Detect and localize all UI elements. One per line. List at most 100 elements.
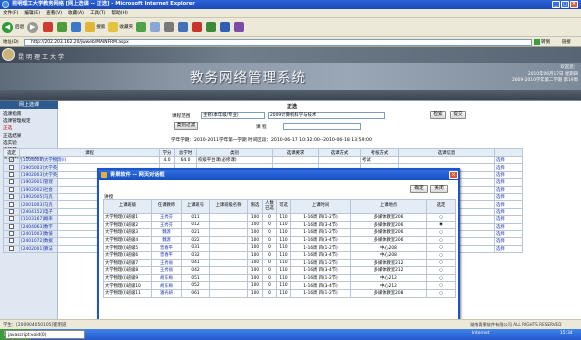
minimize-button[interactable]: _ (552, 1, 560, 8)
cell-op[interactable]: 选择 (494, 185, 523, 194)
tool-button-2[interactable] (206, 20, 217, 34)
cell-op[interactable]: 选择 (494, 155, 523, 165)
menu-help[interactable]: 帮助(H) (112, 10, 128, 16)
select-checkbox[interactable] (9, 164, 14, 170)
scope-select[interactable]: 主修(本年级/专业) (201, 112, 265, 119)
cell-op[interactable]: 选择 (494, 170, 523, 180)
course-label: 课 程 (256, 125, 267, 130)
address-input[interactable]: http://202.203.162.20/jwweb/MAINFRM.aspx (24, 39, 532, 46)
class-radio[interactable]: ○ (426, 266, 456, 275)
select-checkbox[interactable] (9, 194, 14, 200)
select-checkbox[interactable] (9, 231, 14, 237)
cell-sel[interactable] (3, 237, 20, 246)
mail-icon (150, 22, 161, 32)
select-checkbox[interactable] (9, 238, 14, 244)
course-input[interactable] (283, 123, 361, 130)
cell-op[interactable]: 选择 (494, 207, 523, 217)
maximize-button[interactable]: □ (561, 1, 569, 8)
print-button[interactable] (164, 20, 175, 34)
cell-sel[interactable]: ✓ (3, 155, 20, 165)
cell-op[interactable]: 选择 (494, 222, 523, 231)
class-radio[interactable]: ○ (426, 250, 456, 260)
tool-button-1[interactable] (192, 20, 203, 34)
dialog-close-button[interactable]: 关闭 (430, 185, 448, 193)
cell-sel[interactable] (3, 185, 20, 194)
class-radio[interactable]: ○ (426, 243, 456, 252)
forward-button[interactable]: ▶ (27, 20, 40, 34)
tool-button-3[interactable] (220, 20, 231, 34)
close-button[interactable]: × (570, 1, 578, 8)
class-radio[interactable]: ○ (426, 281, 456, 290)
edit-button[interactable] (178, 20, 189, 34)
class-radio[interactable]: ○ (426, 273, 456, 283)
type-filter-button[interactable]: 类别过滤 (174, 122, 198, 130)
search-submit-button[interactable]: 检索 (430, 111, 446, 119)
back-button[interactable]: ◀ 后退 (2, 20, 24, 34)
refresh-icon (57, 22, 68, 32)
cell-sel[interactable] (3, 207, 20, 217)
class-radio[interactable]: ○ (426, 258, 456, 268)
select-checkbox[interactable] (9, 224, 14, 229)
class-radio[interactable]: ○ (426, 235, 456, 245)
mail-button[interactable] (150, 20, 161, 34)
select-checkbox[interactable] (9, 172, 14, 177)
select-checkbox[interactable] (9, 216, 14, 222)
select-checkbox[interactable] (9, 209, 14, 214)
class-radio[interactable]: ○ (426, 228, 456, 237)
links-label[interactable]: 链接 (562, 39, 571, 45)
go-button[interactable]: 转到 (534, 38, 556, 46)
cell-sel[interactable] (3, 200, 20, 209)
cell-op[interactable]: 选择 (494, 215, 523, 224)
refresh-button[interactable] (57, 20, 68, 34)
dialog-close-icon[interactable]: × (449, 171, 458, 179)
class-radio[interactable]: ○ (426, 213, 456, 222)
menu-tools[interactable]: 工具(T) (90, 10, 106, 16)
taskbar-item[interactable]: javascript:void(0) (5, 330, 85, 339)
stop-button[interactable] (43, 20, 54, 34)
app-icon (206, 22, 217, 32)
cell-op[interactable]: 选择 (494, 237, 523, 246)
submit-button[interactable]: 提交 (450, 111, 466, 119)
cell-op[interactable]: 选择 (494, 192, 523, 202)
cell-sel[interactable] (3, 222, 20, 231)
school-name: 昆明理工大学 (18, 54, 67, 61)
class-radio[interactable]: ○ (426, 288, 456, 298)
cell-sel[interactable] (3, 244, 20, 254)
major-select[interactable]: 2009计算机科学与技术 (268, 112, 385, 119)
cell-sel[interactable] (3, 163, 20, 172)
cell-sel[interactable] (3, 215, 20, 224)
history-button[interactable] (136, 20, 147, 34)
cell-op[interactable]: 选择 (494, 200, 523, 209)
search-button[interactable]: 搜索 (85, 20, 105, 34)
select-checkbox[interactable] (9, 179, 14, 185)
select-checkbox[interactable] (9, 187, 14, 192)
cell-sel[interactable] (3, 178, 20, 187)
sidebar-item-lab[interactable]: 选实验 (0, 140, 58, 147)
menu-view[interactable]: 查看(V) (46, 10, 62, 16)
sidebar-item-rules[interactable]: 选课管理规定 (0, 118, 58, 125)
select-checkbox[interactable] (9, 246, 14, 251)
select-checkbox[interactable]: ✓ (9, 157, 14, 163)
select-checkbox[interactable] (9, 201, 14, 207)
favorites-button[interactable]: 收藏夹 (108, 20, 133, 34)
tool-button-4[interactable] (234, 20, 245, 34)
class-radio[interactable]: ◉ (426, 220, 456, 230)
home-button[interactable] (71, 20, 82, 34)
menu-edit[interactable]: 编辑(E) (24, 10, 40, 16)
cell-sel[interactable] (3, 229, 20, 239)
cell-name[interactable]: [1104008]大学物理(Ⅰ) (19, 155, 160, 165)
cell-sel[interactable] (3, 170, 20, 180)
sidebar-item-select[interactable]: 正选 (0, 125, 58, 132)
class-cell: 100 (247, 281, 263, 290)
cell-op[interactable]: 选择 (494, 229, 523, 239)
menu-file[interactable]: 文件(F) (3, 10, 18, 16)
class-cell: 大学物理(Ⅰ)班级11 (103, 288, 152, 298)
cell-op[interactable]: 选择 (494, 178, 523, 187)
menu-favorites[interactable]: 收藏(A) (68, 10, 84, 16)
cell-sel[interactable] (3, 192, 20, 202)
sidebar-item-results[interactable]: 正选结果 (0, 133, 58, 140)
sidebar-item-guide[interactable]: 选课指南 (0, 111, 58, 118)
cell-op[interactable]: 选择 (494, 244, 523, 254)
confirm-button[interactable]: 确定 (410, 185, 428, 193)
cell-op[interactable]: 选择 (494, 163, 523, 172)
